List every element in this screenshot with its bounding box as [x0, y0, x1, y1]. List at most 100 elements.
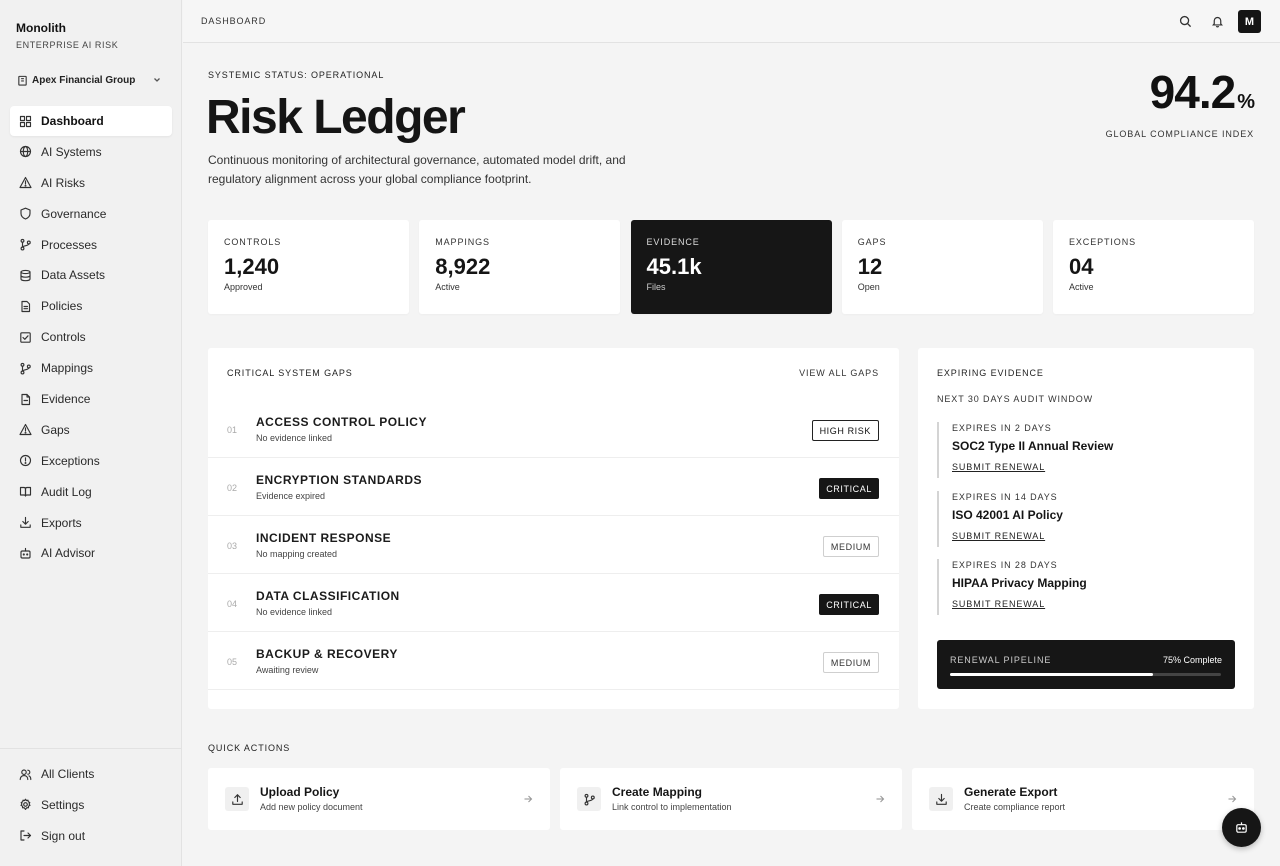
sidebar-item-sign-out[interactable]: Sign out [10, 821, 172, 851]
sidebar-item-settings[interactable]: Settings [10, 790, 172, 820]
brand: Monolith ENTERPRISE AI RISK [16, 21, 118, 50]
gap-name: BACKUP & RECOVERY [256, 647, 398, 661]
sidebar-item-label: Sign out [41, 828, 86, 843]
sidebar-item-label: Policies [41, 299, 83, 314]
database-icon [20, 269, 31, 282]
renewal-pipeline-fill [950, 673, 1154, 676]
evidence-name: ISO 42001 AI Policy [952, 507, 1063, 522]
arrow-right-icon [876, 795, 885, 803]
topbar: DASHBOARD M [183, 0, 1280, 43]
breadcrumb: DASHBOARD [201, 16, 267, 26]
quick-action-icon-box [929, 787, 953, 811]
sidebar-item-label: Gaps [41, 422, 70, 437]
search-button[interactable] [1174, 11, 1196, 33]
submit-renewal-link[interactable]: SUBMIT RENEWAL [952, 599, 1045, 609]
expiry-time: EXPIRES IN 2 DAYS [952, 423, 1052, 433]
globe-icon [19, 146, 32, 158]
sidebar-item-dashboard[interactable]: Dashboard [10, 106, 172, 136]
sidebar-item-label: AI Advisor [41, 546, 96, 561]
gap-number: 03 [227, 541, 238, 551]
document-icon [21, 300, 31, 312]
file-icon [21, 393, 31, 405]
arrow-right-icon [1228, 795, 1237, 803]
notifications-button[interactable] [1206, 11, 1228, 33]
evidence-name: SOC2 Type II Annual Review [952, 439, 1114, 453]
sidebar-item-all-clients[interactable]: All Clients [10, 759, 172, 789]
stat-sub: Approved [224, 282, 263, 292]
gap-row[interactable]: 02 ENCRYPTION STANDARDS Evidence expired CR… [208, 458, 899, 516]
gap-row[interactable]: 05 BACKUP & RECOVERY Awaiting review MEDIUM [208, 632, 899, 690]
sidebar-item-data-assets[interactable]: Data Assets [10, 260, 172, 290]
sidebar-item-ai-systems[interactable]: AI Systems [10, 137, 172, 167]
sidebar-item-label: Controls [41, 330, 86, 345]
quick-action-icon-box [225, 787, 249, 811]
submit-renewal-link[interactable]: SUBMIT RENEWAL [952, 531, 1045, 541]
sidebar-item-label: Audit Log [41, 484, 92, 499]
expiry-time: EXPIRES IN 14 DAYS [952, 491, 1058, 502]
quick-action-generate-export[interactable]: Generate Export Create compliance report [912, 768, 1254, 830]
sidebar-nav: Dashboard AI Systems AI Risks Governance Pro… [10, 106, 172, 569]
sidebar-item-mappings[interactable]: Mappings [10, 353, 172, 383]
sidebar-item-label: Mappings [41, 361, 94, 376]
renewal-pipeline: RENEWAL PIPELINE 75% Complete [937, 640, 1235, 689]
sidebar-item-label: Exports [41, 515, 82, 530]
robot-icon [20, 547, 31, 559]
sidebar-item-label: Governance [41, 206, 107, 221]
view-all-gaps-link[interactable]: VIEW ALL GAPS [799, 368, 879, 378]
gap-row[interactable]: 01 ACCESS CONTROL POLICY No evidence linke… [208, 400, 899, 458]
gap-detail: Evidence expired [256, 491, 326, 501]
sidebar-item-label: All Clients [41, 767, 95, 781]
expiring-item: EXPIRES IN 14 DAYS ISO 42001 AI Policy SUB… [937, 490, 1227, 547]
stat-label: EVIDENCE [646, 237, 700, 247]
sidebar-item-evidence[interactable]: Evidence [10, 384, 172, 414]
sidebar-item-exceptions[interactable]: Exceptions [10, 446, 172, 476]
submit-renewal-link[interactable]: SUBMIT RENEWAL [952, 462, 1045, 472]
warning-icon [19, 177, 32, 189]
gap-detail: No evidence linked [256, 433, 333, 443]
stat-cards: CONTROLS 1,240 Approved MAPPINGS 8,922 Active… [208, 220, 1254, 314]
stat-card-controls[interactable]: CONTROLS 1,240 Approved [208, 220, 409, 314]
gap-row[interactable]: 03 INCIDENT RESPONSE No mapping created MED… [208, 516, 899, 574]
sidebar-item-label: AI Risks [41, 175, 86, 190]
gap-name: ACCESS CONTROL POLICY [256, 415, 427, 429]
stat-card-exceptions[interactable]: EXCEPTIONS 04 Active [1053, 220, 1254, 314]
stat-card-evidence[interactable]: EVIDENCE 45.1k Files [630, 220, 832, 314]
avatar[interactable]: M [1238, 10, 1261, 33]
sidebar-item-exports[interactable]: Exports [10, 508, 172, 538]
users-icon [19, 768, 32, 780]
sidebar-item-processes[interactable]: Processes [10, 230, 172, 260]
quick-action-upload-policy[interactable]: Upload Policy Add new policy document [208, 768, 550, 830]
stat-card-mappings[interactable]: MAPPINGS 8,922 Active [419, 220, 621, 314]
quick-actions-title: QUICK ACTIONS [208, 743, 291, 753]
compliance-index: 94.2% GLOBAL COMPLIANCE INDEX [1105, 66, 1255, 139]
org-name: Apex Financial Group [32, 74, 136, 86]
compliance-index-label: GLOBAL COMPLIANCE INDEX [1105, 129, 1254, 139]
sidebar-item-audit-log[interactable]: Audit Log [10, 477, 172, 507]
page-title: Risk Ledger [206, 91, 466, 144]
sidebar-item-gaps[interactable]: Gaps [10, 415, 172, 445]
stat-card-gaps[interactable]: GAPS 12 Open [841, 220, 1043, 314]
sign-out-icon [20, 830, 32, 841]
download-icon [20, 517, 31, 528]
risk-badge: HIGH RISK [811, 420, 879, 441]
book-icon [19, 487, 32, 497]
checkbox-icon [20, 331, 31, 343]
quick-action-title: Create Mapping [612, 785, 703, 799]
sidebar-item-controls[interactable]: Controls [10, 322, 172, 352]
alert-circle-icon [19, 455, 32, 467]
stat-sub: Active [1069, 282, 1094, 292]
upload-icon [231, 793, 243, 805]
critical-gaps-title: CRITICAL SYSTEM GAPS [227, 368, 353, 378]
stat-sub: Open [857, 282, 880, 292]
org-selector[interactable]: Apex Financial Group [10, 68, 170, 92]
gap-number: 05 [227, 657, 238, 667]
sidebar-item-ai-risks[interactable]: AI Risks [10, 168, 172, 198]
sidebar-item-ai-advisor[interactable]: AI Advisor [10, 538, 172, 568]
gap-row[interactable]: 04 DATA CLASSIFICATION No evidence linked C… [208, 574, 899, 632]
ai-assistant-button[interactable] [1222, 808, 1261, 847]
sidebar-item-policies[interactable]: Policies [10, 291, 172, 321]
risk-badge: MEDIUM [822, 652, 879, 673]
brand-subtitle: ENTERPRISE AI RISK [16, 40, 119, 50]
quick-action-create-mapping[interactable]: Create Mapping Link control to implementa… [560, 768, 902, 830]
sidebar-item-governance[interactable]: Governance [10, 199, 172, 229]
